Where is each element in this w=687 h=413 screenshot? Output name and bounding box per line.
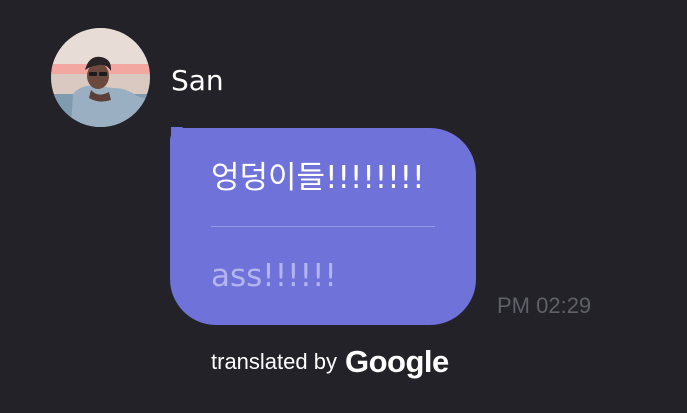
translation-divider <box>211 226 435 227</box>
message-timestamp: PM 02:29 <box>497 293 592 318</box>
google-logo-text: Google <box>344 344 449 379</box>
message-bubble[interactable]: 엉덩이들!!!!!!!! ass!!!!!! <box>170 128 476 325</box>
profile-photo-icon <box>51 28 150 127</box>
sender-name: San <box>171 64 224 97</box>
translated-message-text: ass!!!!!! <box>211 258 337 294</box>
translation-attribution: translated by Google <box>211 343 449 381</box>
attribution-prefix-text: translated by <box>211 349 337 374</box>
sender-avatar[interactable] <box>51 28 150 127</box>
original-message-text: 엉덩이들!!!!!!!! <box>211 160 425 196</box>
